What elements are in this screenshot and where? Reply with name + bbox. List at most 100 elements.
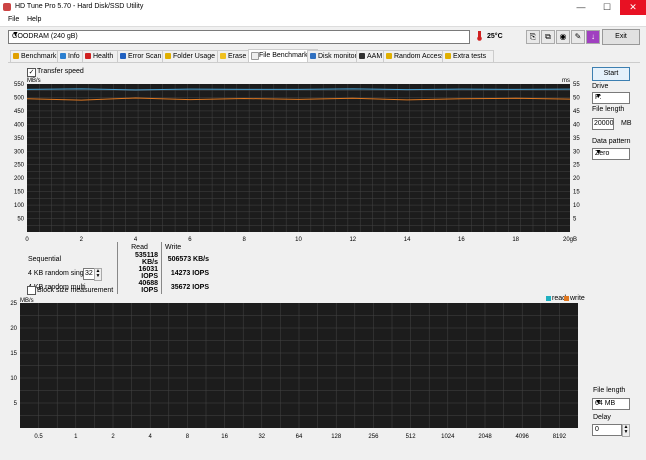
folder-icon — [165, 53, 171, 59]
y-tick-label: 300 — [14, 149, 25, 155]
error-scan-icon — [120, 53, 126, 59]
y2-tick-label: 5 — [573, 217, 577, 223]
benchmark-icon — [13, 53, 19, 59]
read-value: 40688 IOPS — [117, 280, 162, 294]
file-length-input[interactable]: 20000 — [592, 118, 614, 130]
file-length-label: File length — [592, 106, 625, 113]
chevron-down-icon: ▼ — [595, 93, 602, 100]
copy-all-icon[interactable]: ⧉ — [541, 30, 555, 44]
y2-tick-label: 45 — [573, 109, 580, 115]
x-tick-label: 512 — [406, 434, 417, 440]
y-axis-label: MB/s — [27, 78, 41, 84]
minimize-button[interactable]: — — [568, 0, 594, 15]
y-tick-label: 550 — [14, 82, 25, 88]
data-pattern-select[interactable]: Zero ▼ — [592, 148, 630, 160]
disk-monitor-icon — [310, 53, 316, 59]
transfer-speed-label: Transfer speed — [37, 68, 84, 75]
x-tick-label: 18 — [512, 237, 519, 243]
speaker-icon — [359, 53, 365, 59]
x-tick-label: 8192 — [553, 434, 567, 440]
tab-extra-tests[interactable]: Extra tests — [442, 50, 494, 62]
row-label: 4 KB random single — [28, 269, 90, 277]
y2-tick-label: 50 — [573, 95, 580, 101]
block-file-length-select[interactable]: 64 MB ▼ — [592, 398, 630, 410]
maximize-button[interactable]: ☐ — [594, 0, 620, 15]
y2-tick-label: 25 — [573, 163, 580, 169]
options-icon[interactable]: ✎ — [571, 30, 585, 44]
y2-tick-label: 10 — [573, 203, 580, 209]
start-button[interactable]: Start — [592, 67, 630, 81]
y-tick-label: 350 — [14, 136, 25, 142]
y-tick-label: 250 — [14, 163, 25, 169]
chevron-down-icon: ▼ — [12, 31, 19, 38]
y2-axis-label: ms — [562, 78, 570, 84]
y2-tick-label: 20 — [573, 176, 580, 182]
x-tick-label: 20gB — [563, 237, 577, 243]
exit-button[interactable]: Exit — [602, 29, 640, 45]
chevron-down-icon: ▼ — [595, 399, 602, 406]
drive-label: Drive — [592, 83, 609, 90]
drive-letter-select[interactable]: P: ▼ — [592, 92, 630, 104]
title-bar: HD Tune Pro 5.70 - Hard Disk/SSD Utility… — [0, 0, 646, 15]
block-size-checkbox[interactable] — [27, 286, 36, 295]
app-icon — [3, 3, 11, 11]
y-tick-label: 150 — [14, 190, 25, 196]
save-icon[interactable]: ↓ — [586, 30, 600, 44]
y-tick-label: 200 — [14, 176, 25, 182]
camera-icon[interactable]: ◉ — [556, 30, 570, 44]
y-tick-label: 25 — [10, 301, 17, 307]
block-size-label: Block size measurement — [37, 287, 114, 294]
x-tick-label: 2 — [111, 434, 115, 440]
y-tick-label: 500 — [14, 95, 25, 101]
delay-spinner[interactable]: ▲ ▼ — [622, 424, 630, 437]
x-tick-label: 10 — [295, 237, 302, 243]
write-value: 14273 IOPS — [161, 266, 212, 280]
random-access-icon — [386, 53, 392, 59]
queue-depth-spinner[interactable]: ▲ ▼ — [94, 268, 102, 281]
delay-input[interactable]: 0 — [592, 424, 622, 436]
y-tick-label: 10 — [10, 376, 17, 382]
erase-icon — [220, 53, 226, 59]
info-icon — [60, 53, 66, 59]
table-row: Sequential 535118 KB/s 506573 KB/s — [25, 252, 212, 266]
file-length-unit: MB — [621, 120, 632, 127]
y-axis-label: MB/s — [20, 298, 34, 304]
row-label: Sequential — [28, 255, 62, 263]
x-tick-label: 4 — [149, 434, 153, 440]
table-row: 4 KB random single 16031 IOPS 14273 IOPS — [25, 266, 212, 280]
y2-tick-label: 30 — [573, 149, 580, 155]
drive-select[interactable]: GOODRAM (240 gB) ▼ — [8, 30, 470, 44]
x-tick-label: 14 — [404, 237, 411, 243]
temperature-readout: 25°C — [487, 33, 503, 40]
read-header: Read — [117, 242, 162, 252]
file-benchmark-icon — [251, 52, 259, 60]
x-tick-label: 16 — [458, 237, 465, 243]
x-tick-label: 1 — [74, 434, 78, 440]
x-tick-label: 64 — [296, 434, 303, 440]
menu-file[interactable]: File — [8, 16, 19, 23]
y-tick-label: 20 — [10, 326, 17, 332]
block-size-chart: MB/s 5 10 15 20 25 0.5 1 2 4 8 16 32 64 128 256 512 1024 2… — [10, 298, 578, 440]
x-tick-label: 4096 — [516, 434, 530, 440]
write-value: 35672 IOPS — [161, 280, 212, 294]
extra-tests-icon — [445, 53, 451, 59]
menu-help[interactable]: Help — [27, 16, 41, 23]
chevron-down-icon: ▼ — [595, 149, 602, 156]
y2-tick-label: 40 — [573, 122, 580, 128]
x-tick-label: 8 — [243, 237, 247, 243]
read-value: 535118 KB/s — [117, 252, 162, 266]
close-button[interactable]: ✕ — [620, 0, 646, 15]
transfer-speed-chart: MB/s ms 50 100 150 200 250 300 350 400 450 500 550 5 1… — [14, 78, 580, 243]
copy-icon[interactable]: ⎘ — [526, 30, 540, 44]
menu-bar: File Help — [0, 15, 646, 27]
x-tick-label: 1024 — [441, 434, 455, 440]
y2-tick-label: 35 — [573, 136, 580, 142]
tab-strip: Benchmark Info Health Error Scan Folder … — [8, 49, 640, 63]
x-tick-label: 0.5 — [34, 434, 43, 440]
x-tick-label: 12 — [349, 237, 356, 243]
x-tick-label: 16 — [221, 434, 228, 440]
x-tick-label: 128 — [331, 434, 342, 440]
health-icon — [85, 53, 91, 59]
y-tick-label: 400 — [14, 122, 25, 128]
block-file-length-label: File length — [593, 387, 626, 394]
